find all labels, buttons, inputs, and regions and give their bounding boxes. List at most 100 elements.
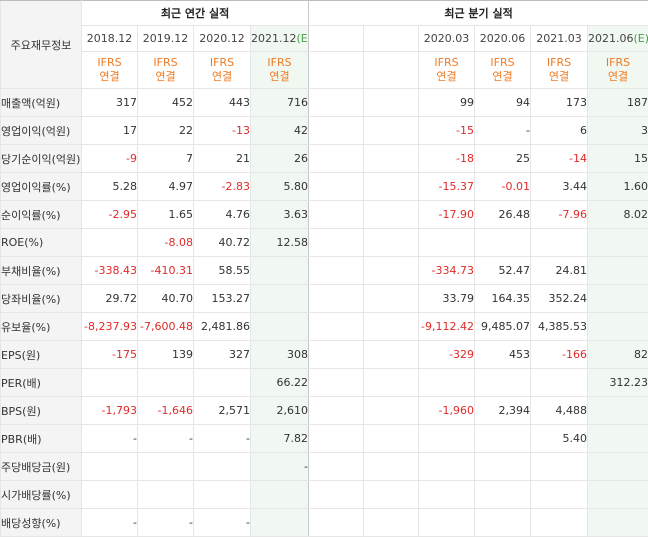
value-cell: -0.01 [474, 172, 532, 201]
value-cell [308, 144, 365, 173]
value-cell: -15 [418, 116, 476, 145]
row-label: 유보율(%) [0, 312, 82, 341]
value-cell [363, 200, 420, 229]
ifrs-label: IFRS [97, 56, 122, 69]
value-cell: 4.97 [137, 172, 194, 201]
table-row: 당좌비율(%) 29.72 40.70 153.27 33.79 164.35 352.24 [0, 284, 648, 313]
value-cell [587, 312, 648, 341]
value-cell: 21 [193, 144, 251, 173]
period-header [308, 25, 365, 52]
accounting-basis-row: IFRS 연결 IFRS 연결 IFRS 연결 IFRS 연결 IFRS 연결 IFRS 연… [1, 51, 648, 89]
value-cell: 40.70 [137, 284, 194, 313]
consolidated-label: 연결 [99, 70, 120, 83]
value-cell: 26 [249, 144, 310, 173]
table-row: 매출액(억원) 317 452 443 716 99 94 173 187 [0, 88, 648, 117]
value-cell [363, 396, 420, 425]
value-cell: 4.76 [193, 200, 251, 229]
ifrs-consolidated-badge: IFRS 연결 [530, 51, 589, 89]
value-cell: 7.82 [249, 424, 310, 453]
value-cell [137, 368, 194, 397]
value-cell: 24.81 [530, 256, 589, 285]
value-cell [308, 340, 365, 369]
value-cell: -2.95 [81, 200, 138, 229]
ifrs-label: IFRS [209, 56, 235, 69]
ifrs-label: IFRS [546, 56, 572, 69]
corner-label: 주요재무정보 [0, 0, 82, 89]
value-cell: -7.96 [530, 200, 589, 229]
period-header: 2018.12 [81, 25, 138, 52]
row-label: EPS(원) [0, 340, 82, 369]
consolidated-label: 연결 [548, 70, 570, 83]
value-cell [530, 508, 589, 537]
value-cell [249, 312, 310, 341]
value-cell: 15 [587, 144, 648, 173]
value-cell [363, 116, 420, 145]
value-cell: -166 [530, 340, 589, 369]
value-cell [308, 172, 365, 201]
value-cell: -7,600.48 [137, 312, 194, 341]
value-cell: 99 [418, 88, 476, 117]
value-cell: -2.83 [193, 172, 251, 201]
ifrs-consolidated-badge: IFRS 연결 [249, 51, 310, 89]
value-cell: 33.79 [418, 284, 476, 313]
value-cell: -1,793 [81, 396, 138, 425]
period-label: 2021.06 [588, 32, 634, 45]
ifrs-consolidated-badge: IFRS 연결 [474, 51, 532, 89]
value-cell [308, 88, 365, 117]
value-cell: 2,610 [249, 396, 310, 425]
value-cell [587, 396, 648, 425]
value-cell: 312.23 [587, 368, 648, 397]
value-cell: -9,112.42 [418, 312, 476, 341]
value-cell [193, 480, 251, 509]
value-cell [308, 312, 365, 341]
ifrs-label: IFRS [267, 56, 292, 69]
value-cell: 82 [587, 340, 648, 369]
period-header-estimate: 2021.06(E) [587, 25, 648, 52]
period-header: 2020.12 [193, 25, 251, 52]
value-cell [363, 340, 420, 369]
value-cell [363, 228, 420, 257]
value-cell: 443 [193, 88, 251, 117]
value-cell [530, 228, 589, 257]
value-cell: 2,481.86 [193, 312, 251, 341]
value-cell [137, 452, 194, 481]
value-cell [308, 256, 365, 285]
value-cell: -1,646 [137, 396, 194, 425]
value-cell [363, 480, 420, 509]
value-cell: 94 [474, 88, 532, 117]
value-cell: 25 [474, 144, 532, 173]
value-cell [474, 480, 532, 509]
value-cell [363, 312, 420, 341]
value-cell: 29.72 [81, 284, 138, 313]
value-cell [418, 480, 476, 509]
consolidated-label: 연결 [269, 70, 290, 83]
empty-basis-cell [363, 51, 420, 89]
table-row: PBR(배) - - -7.82 5.40 [0, 424, 648, 453]
value-cell [193, 368, 251, 397]
value-cell [308, 508, 365, 537]
row-label: 순이익률(%) [0, 200, 82, 229]
value-cell: 3.63 [249, 200, 310, 229]
estimate-mark: (E) [296, 32, 308, 45]
value-cell: 1.60 [587, 172, 648, 201]
table-row: 부채비율(%) -338.43 -410.31 58.55 -334.73 52.47 24… [0, 256, 648, 285]
value-cell [308, 368, 365, 397]
row-label: PBR(배) [0, 424, 82, 453]
value-cell: - [193, 424, 251, 453]
value-cell: 352.24 [530, 284, 589, 313]
value-cell: -15.37 [418, 172, 476, 201]
value-cell [363, 452, 420, 481]
value-cell [249, 508, 310, 537]
row-label: 매출액(억원) [0, 88, 82, 117]
value-cell [474, 452, 532, 481]
ifrs-consolidated-badge: IFRS 연결 [587, 51, 648, 89]
value-cell [474, 228, 532, 257]
value-cell: -13 [193, 116, 251, 145]
table-row: BPS(원) -1,793 -1,646 2,571 2,610 -1,960 2,394 4… [0, 396, 648, 425]
value-cell: 173 [530, 88, 589, 117]
ifrs-label: IFRS [434, 56, 459, 69]
value-cell [363, 88, 420, 117]
value-cell [363, 144, 420, 173]
value-cell: - [249, 452, 310, 481]
value-cell: -334.73 [418, 256, 476, 285]
